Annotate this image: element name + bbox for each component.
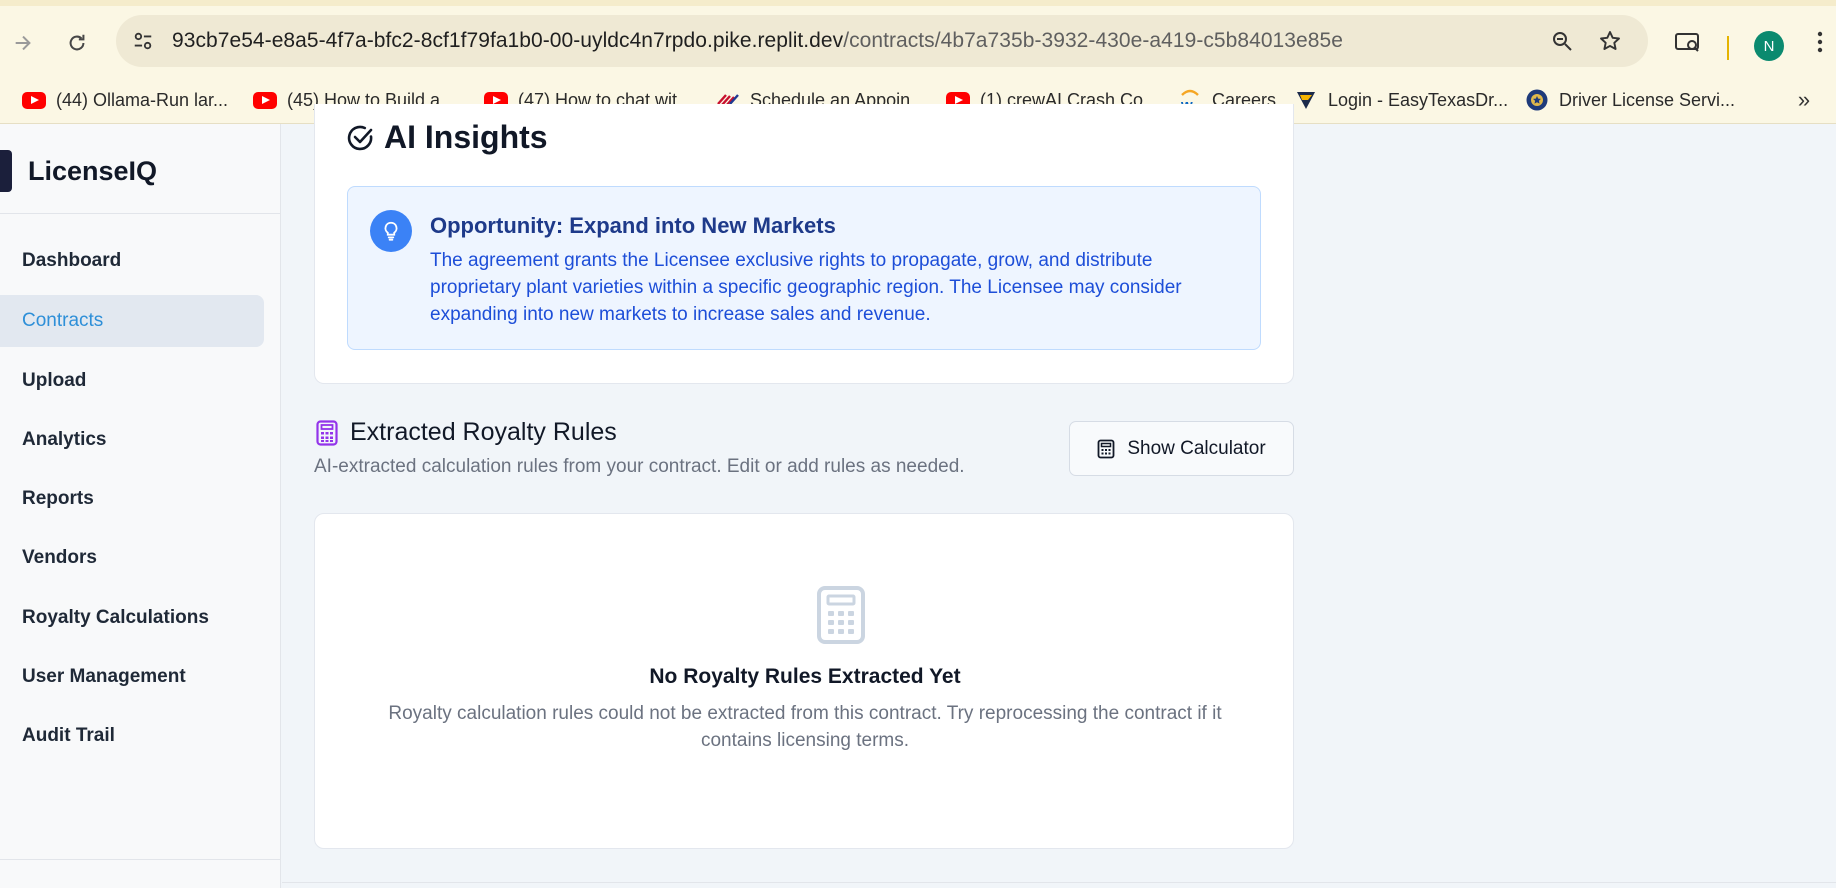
sidebar-item-label: Royalty Calculations (22, 607, 209, 628)
app-name: LicenseIQ (28, 155, 158, 186)
tune-icon (134, 32, 152, 50)
bookmark-item[interactable]: Login - EasyTexasDr... (1294, 85, 1508, 115)
site-info-button[interactable] (130, 28, 156, 54)
bookmark-star-button[interactable] (1596, 27, 1624, 55)
sidebar-item-label: Dashboard (22, 250, 122, 271)
star-icon (1600, 31, 1620, 50)
arrow-right-icon (15, 35, 31, 51)
sidebar: LicenseIQ Dashboard Contracts Upload Ana… (0, 124, 281, 888)
divider (0, 859, 280, 860)
sidebar-item-audit-trail[interactable]: Audit Trail (0, 710, 264, 762)
sidebar-item-contracts[interactable]: Contracts (0, 295, 264, 347)
royalty-rules-title: Extracted Royalty Rules (350, 418, 617, 446)
profile-avatar[interactable]: N (1754, 31, 1784, 61)
seal-icon (1525, 89, 1549, 111)
calculator-icon (316, 419, 338, 446)
sidebar-item-label: Upload (22, 370, 87, 391)
url-host: 93cb7e54-e8a5-4f7a-bfc2-8cf1f79fa1b0-00-… (172, 29, 844, 52)
bookmark-label: Driver License Servi... (1559, 89, 1736, 110)
sidebar-item-reports[interactable]: Reports (0, 473, 264, 525)
brand[interactable]: LicenseIQ (0, 150, 157, 192)
show-calculator-button[interactable]: Show Calculator (1069, 421, 1294, 476)
youtube-icon (22, 91, 46, 109)
insight-description: The agreement grants the Licensee exclus… (430, 250, 1182, 325)
forward-button[interactable] (6, 26, 40, 60)
sidebar-item-user-management[interactable]: User Management (0, 651, 264, 703)
zoom-icon (1553, 32, 1572, 51)
show-calculator-label: Show Calculator (1127, 437, 1266, 459)
sidebar-item-label: Audit Trail (22, 725, 115, 746)
check-circle-icon (347, 125, 373, 150)
sidebar-item-label: Reports (22, 488, 94, 509)
sidebar-item-analytics[interactable]: Analytics (0, 414, 264, 466)
sidebar-item-dashboard[interactable]: Dashboard (0, 235, 264, 287)
reload-icon (69, 34, 85, 51)
sidebar-item-upload[interactable]: Upload (0, 355, 264, 407)
shield-icon (1294, 91, 1318, 109)
bookmarks-overflow-button[interactable]: » (1790, 86, 1818, 114)
media-icon (1675, 33, 1699, 52)
address-bar[interactable]: 93cb7e54-e8a5-4f7a-bfc2-8cf1f79fa1b0-00-… (116, 15, 1648, 67)
calculator-icon (1097, 439, 1115, 458)
divider (0, 213, 280, 214)
sidebar-item-label: Analytics (22, 429, 107, 450)
zoom-button[interactable] (1548, 27, 1576, 55)
insight-item: Opportunity: Expand into New Markets The… (347, 186, 1261, 350)
royalty-rules-subtitle: AI-extracted calculation rules from your… (314, 456, 965, 477)
bookmark-label: (44) Ollama-Run lar... (56, 89, 229, 110)
logo (0, 150, 12, 192)
insight-title: Opportunity: Expand into New Markets (430, 213, 836, 238)
calculator-icon (811, 584, 871, 646)
sidebar-item-label: Vendors (22, 547, 97, 568)
sidebar-item-vendors[interactable]: Vendors (0, 532, 264, 584)
bookmark-item[interactable]: Driver License Servi... (1525, 85, 1735, 115)
bookmark-label: Login - EasyTexasDr... (1328, 89, 1509, 110)
ai-insights-title-text: AI Insights (384, 119, 548, 155)
toolbar-divider (1727, 36, 1729, 60)
cast-button[interactable] (1672, 26, 1704, 58)
url-path: /contracts/4b7a735b-3932-430e-a419-c5b84… (843, 29, 1343, 52)
reload-button[interactable] (60, 26, 94, 60)
empty-state-description: Royalty calculation rules could not be e… (388, 703, 1222, 751)
lightbulb-icon (370, 210, 412, 252)
sidebar-item-label: Contracts (22, 310, 104, 331)
sidebar-item-royalty-calculations[interactable]: Royalty Calculations (0, 592, 264, 644)
bookmark-item[interactable]: (44) Ollama-Run lar... (22, 85, 228, 115)
kebab-menu-icon (1817, 31, 1823, 53)
divider (282, 882, 1836, 883)
url-text[interactable]: 93cb7e54-e8a5-4f7a-bfc2-8cf1f79fa1b0-00-… (172, 29, 1343, 53)
browser-toolbar: 93cb7e54-e8a5-4f7a-bfc2-8cf1f79fa1b0-00-… (0, 6, 1836, 76)
youtube-icon (253, 91, 277, 109)
royalty-rules-header: Extracted Royalty Rules (316, 418, 617, 447)
sidebar-item-label: User Management (22, 666, 186, 687)
empty-state-title: No Royalty Rules Extracted Yet (649, 665, 961, 688)
ai-insights-title: AI Insights (346, 119, 548, 156)
royalty-rules-empty-card: No Royalty Rules Extracted Yet Royalty c… (314, 513, 1294, 849)
browser-menu-button[interactable] (1808, 26, 1832, 58)
